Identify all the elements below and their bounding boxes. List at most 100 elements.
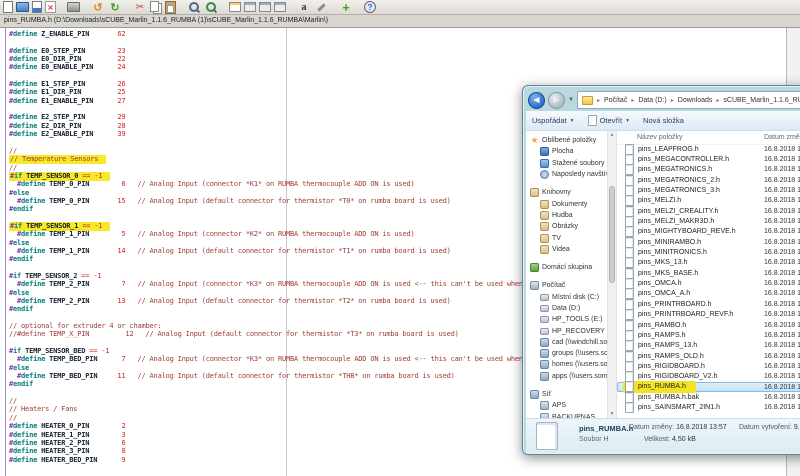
file-row[interactable]: pins_RAMPS.h16.8.2018 13:57 xyxy=(617,330,800,340)
file-row[interactable]: pins_OMCA_A.h16.8.2018 13:57 xyxy=(617,289,800,299)
file-row[interactable]: pins_MEGATRONICS.h16.8.2018 13:57 xyxy=(617,165,800,175)
history-dropdown-icon[interactable]: ▼ xyxy=(568,97,574,103)
column-header-date[interactable]: Datum změny xyxy=(764,134,800,141)
tools-icon[interactable] xyxy=(314,1,328,14)
window-1-icon[interactable] xyxy=(244,2,256,12)
sidebar-item[interactable]: groups (\\users.soma.cz) xyxy=(526,348,607,359)
organize-button[interactable]: Uspořádat ▼ xyxy=(532,116,575,125)
breadcrumb[interactable]: ▸ Počítač▸Data (D:)▸Downloads▸sCUBE_Marl… xyxy=(577,91,800,109)
code-line: #define E0_DIR_PIN 22 xyxy=(9,55,786,63)
paste-icon[interactable] xyxy=(165,1,176,14)
file-row[interactable]: pins_RAMPS_13.h16.8.2018 13:57 xyxy=(617,341,800,351)
sidebar-item-label: Místní disk (C:) xyxy=(552,294,599,301)
sidebar-item[interactable]: homes (\\users.soma.cz) xyxy=(526,359,607,370)
column-header-name[interactable]: Název položky xyxy=(617,134,683,141)
navigation-pane[interactable]: Oblíbené položkyPlochaStažené souboryNap… xyxy=(526,131,607,418)
sidebar-item[interactable]: Oblíbené položky xyxy=(526,135,607,146)
sidebar-item[interactable]: Místní disk (C:) xyxy=(526,292,607,303)
sidebar-item[interactable]: cad (\\windchill.soma.cz) xyxy=(526,337,607,348)
editor-tab[interactable]: pins_RUMBA.h (D:\Downloads\sCUBE_Marlin_… xyxy=(0,15,800,28)
file-row[interactable]: pins_PRINTRBOARD.h16.8.2018 13:57 xyxy=(617,299,800,309)
lib-icon xyxy=(540,234,549,243)
file-row[interactable]: pins_MEGATRONICS_2.h16.8.2018 13:57 xyxy=(617,175,800,185)
file-date: 16.8.2018 13:57 xyxy=(764,177,800,184)
code-line xyxy=(9,72,786,80)
file-row[interactable]: pins_MKS_13.h16.8.2018 13:57 xyxy=(617,258,800,268)
breadcrumb-segment[interactable]: Data (D:) xyxy=(638,97,666,104)
file-date: 16.8.2018 13:57 xyxy=(764,363,800,370)
file-row[interactable]: pins_MELZI_CREALITY.h16.8.2018 13:57 xyxy=(617,206,800,216)
breadcrumb-segment[interactable]: Počítač xyxy=(604,97,627,104)
file-row[interactable]: pins_MEGATRONICS_3.h16.8.2018 13:57 xyxy=(617,185,800,195)
navigation-scrollbar[interactable]: ▲ ▼ xyxy=(607,131,617,418)
close-file-icon[interactable] xyxy=(45,1,56,13)
scrollbar-thumb[interactable] xyxy=(609,186,615,283)
file-row[interactable]: pins_SAINSMART_2IN1.h16.8.2018 13:57 xyxy=(617,403,800,413)
sidebar-item[interactable]: apps (\\users.soma.cz) (Z xyxy=(526,371,607,382)
explorer-window[interactable]: ◄ ► ▼ ▸ Počítač▸Data (D:)▸Downloads▸sCUB… xyxy=(522,85,800,455)
file-row[interactable]: pins_RUMBA.h.bak16.8.2018 13:57 xyxy=(617,392,800,402)
add-plugin-icon[interactable] xyxy=(339,1,353,14)
forward-button[interactable]: ► xyxy=(548,92,565,109)
file-row[interactable]: pins_MELZI.h16.8.2018 13:57 xyxy=(617,196,800,206)
file-list-pane[interactable]: Název položky Datum změny pins_LEAPFROG.… xyxy=(617,131,800,418)
sidebar-item[interactable]: Síť xyxy=(526,389,607,400)
sidebar-item[interactable]: Videa xyxy=(526,244,607,255)
file-row[interactable]: pins_RAMPS_OLD.h16.8.2018 13:57 xyxy=(617,351,800,361)
help-icon[interactable] xyxy=(364,1,376,13)
redo-icon[interactable] xyxy=(108,1,122,14)
open-folder-icon[interactable] xyxy=(16,2,29,12)
file-row[interactable]: pins_MINIRAMBO.h16.8.2018 13:57 xyxy=(617,237,800,247)
sidebar-item[interactable]: Dokumenty xyxy=(526,198,607,209)
back-button[interactable]: ◄ xyxy=(528,92,545,109)
sidebar-item[interactable]: HP_RECOVERY (G:) xyxy=(526,325,607,336)
file-row[interactable]: pins_PRINTRBOARD_REVF.h16.8.2018 13:57 xyxy=(617,310,800,320)
file-row[interactable]: pins_MINITRONICS.h16.8.2018 13:57 xyxy=(617,247,800,257)
file-date: 16.8.2018 13:57 xyxy=(764,156,800,163)
sidebar-item[interactable]: Domácí skupina xyxy=(526,262,607,273)
scroll-down-icon[interactable]: ▼ xyxy=(608,410,616,418)
file-name: pins_RAMPS_13.h xyxy=(638,342,697,349)
scroll-up-icon[interactable]: ▲ xyxy=(608,131,616,139)
file-date: 16.8.2018 13:57 xyxy=(764,404,800,411)
sidebar-item[interactable]: APS xyxy=(526,400,607,411)
sidebar-item[interactable]: Data (D:) xyxy=(526,303,607,314)
sidebar-item[interactable]: HP_TOOLS (E:) xyxy=(526,314,607,325)
breadcrumb-segment[interactable]: Downloads xyxy=(678,97,713,104)
sidebar-item[interactable]: Obrázky xyxy=(526,221,607,232)
new-file-icon[interactable] xyxy=(3,1,13,13)
window-2-icon[interactable] xyxy=(259,2,271,12)
file-row[interactable]: pins_MELZI_MAKR3D.h16.8.2018 13:57 xyxy=(617,216,800,226)
file-row[interactable]: pins_OMCA.h16.8.2018 13:57 xyxy=(617,278,800,288)
sidebar-item[interactable]: Naposledy navštívené xyxy=(526,169,607,180)
find-replace-icon[interactable] xyxy=(204,1,218,14)
window-3-icon[interactable] xyxy=(274,2,286,12)
print-icon[interactable] xyxy=(67,2,80,12)
sidebar-item[interactable]: Plocha xyxy=(526,146,607,157)
sidebar-item[interactable]: Počítač xyxy=(526,280,607,291)
sidebar-item[interactable]: Stažené soubory xyxy=(526,158,607,169)
undo-icon[interactable] xyxy=(91,1,105,14)
file-row[interactable]: pins_MEGACONTROLLER.h16.8.2018 13:57 xyxy=(617,154,800,164)
file-row[interactable]: pins_MIGHTYBOARD_REVE.h16.8.2018 13:57 xyxy=(617,227,800,237)
save-file-icon[interactable] xyxy=(32,1,42,13)
file-row[interactable]: pins_RUMBA.h16.8.2018 13:57 xyxy=(617,382,800,392)
sidebar-item[interactable]: Hudba xyxy=(526,210,607,221)
open-button[interactable]: Otevřít ▼ xyxy=(588,115,630,126)
file-row[interactable]: pins_RIGIDBOARD.h16.8.2018 13:57 xyxy=(617,361,800,371)
copy-icon[interactable] xyxy=(150,1,159,12)
font-icon[interactable] xyxy=(297,1,311,14)
sidebar-item[interactable]: TV xyxy=(526,232,607,243)
new-folder-button[interactable]: Nová složka xyxy=(643,116,684,125)
new-window-icon[interactable] xyxy=(229,2,241,12)
sidebar-item-label: Obrázky xyxy=(552,223,578,230)
file-name: pins_PRINTRBOARD_REVF.h xyxy=(638,311,733,318)
file-row[interactable]: pins_RAMBO.h16.8.2018 13:57 xyxy=(617,320,800,330)
find-icon[interactable] xyxy=(187,1,201,14)
breadcrumb-segment[interactable]: sCUBE_Marlin_1.1.6_RUMBA (1) xyxy=(723,97,800,104)
file-row[interactable]: pins_LEAPFROG.h16.8.2018 13:57 xyxy=(617,144,800,154)
file-row[interactable]: pins_MKS_BASE.h16.8.2018 13:57 xyxy=(617,268,800,278)
sidebar-item[interactable]: Knihovny xyxy=(526,187,607,198)
cut-icon[interactable] xyxy=(133,1,147,14)
breadcrumb-separator: ▸ xyxy=(715,97,720,104)
